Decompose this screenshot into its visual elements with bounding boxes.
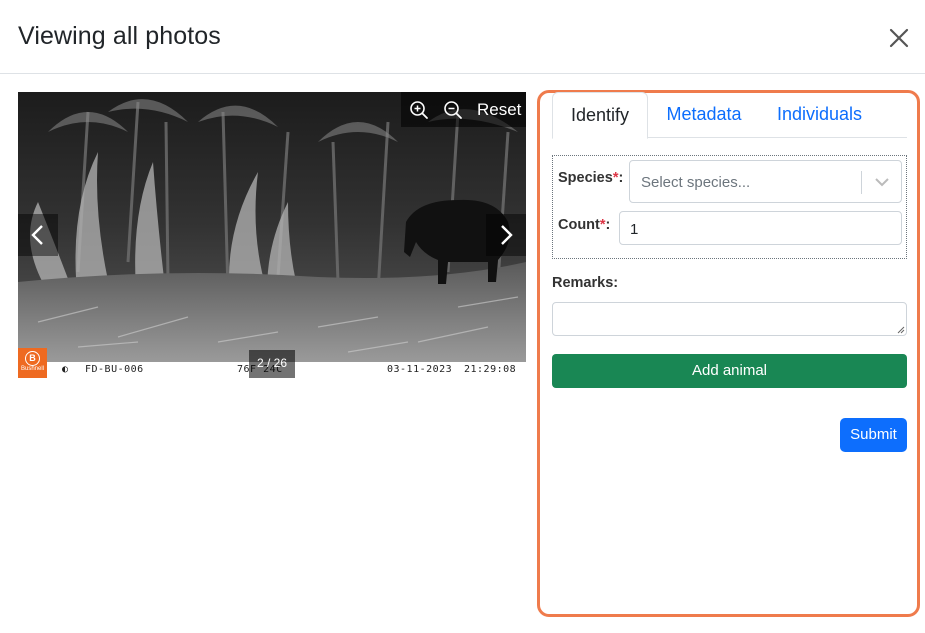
- bushnell-logo-text: Bushnell: [20, 366, 44, 372]
- next-photo-button[interactable]: [486, 214, 526, 256]
- moon-phase-icon: ◐: [62, 364, 69, 375]
- species-select[interactable]: Select species...: [629, 160, 902, 203]
- camera-trap-photo: [18, 92, 526, 362]
- chevron-left-icon: [31, 225, 43, 245]
- remarks-label: Remarks:: [552, 275, 619, 291]
- previous-photo-button[interactable]: [18, 214, 58, 256]
- modal-header: Viewing all photos: [0, 0, 925, 74]
- zoom-out-icon[interactable]: [443, 100, 463, 120]
- chevron-down-icon[interactable]: [873, 174, 891, 190]
- bushnell-logo: B Bushnell: [18, 348, 47, 378]
- select-separator: [861, 171, 862, 194]
- tab-metadata[interactable]: Metadata: [655, 92, 753, 138]
- close-icon: [889, 28, 909, 48]
- add-animal-button[interactable]: Add animal: [552, 354, 907, 388]
- submit-button[interactable]: Submit: [840, 418, 907, 452]
- panel-tabs: Identify Metadata Individuals: [552, 92, 907, 139]
- camera-id: FD-BU-006: [85, 364, 144, 375]
- photo-date: 03-11-2023: [387, 364, 453, 375]
- species-placeholder: Select species...: [641, 174, 751, 191]
- tab-identify[interactable]: Identify: [552, 92, 648, 139]
- remarks-textarea[interactable]: [552, 302, 907, 336]
- count-input[interactable]: 1: [619, 211, 902, 245]
- modal-title: Viewing all photos: [18, 22, 221, 50]
- species-label: Species*:: [558, 170, 624, 186]
- resize-grip-icon[interactable]: [895, 324, 905, 334]
- chevron-right-icon: [501, 225, 513, 245]
- close-button[interactable]: [884, 23, 914, 53]
- photo-viewer: Reset ◐ FD-BU-006 76F 24C 03-11-2023 21:…: [18, 92, 526, 378]
- count-label: Count*:: [558, 217, 611, 233]
- zoom-in-icon[interactable]: [409, 100, 429, 120]
- photo-counter: 2 / 26: [249, 350, 295, 378]
- bushnell-logo-mark: B: [25, 351, 40, 366]
- tab-individuals[interactable]: Individuals: [768, 92, 871, 138]
- reset-zoom-button[interactable]: Reset: [477, 100, 521, 120]
- photo-time: 21:29:08: [464, 364, 517, 375]
